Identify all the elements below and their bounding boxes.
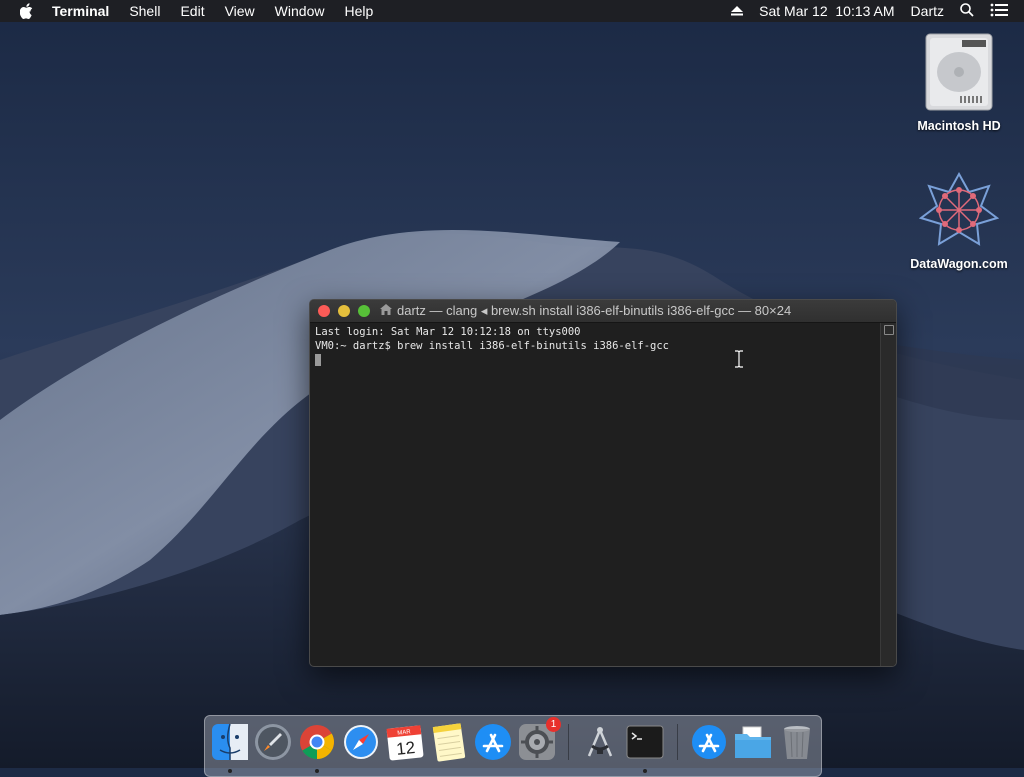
running-indicator	[643, 769, 647, 773]
dock-finder[interactable]	[210, 722, 250, 773]
notification-center-icon[interactable]	[990, 3, 1008, 20]
dock-trash[interactable]	[777, 722, 817, 762]
close-window-button[interactable]	[318, 305, 330, 317]
dock-system-preferences[interactable]: 1	[517, 717, 561, 762]
terminal-cursor	[315, 354, 321, 366]
terminal-window[interactable]: dartz — clang ◂ brew.sh install i386-elf…	[309, 299, 897, 667]
app-store-icon	[475, 724, 511, 760]
running-indicator	[228, 769, 232, 773]
app-store-icon	[692, 725, 726, 759]
terminal-output[interactable]: Last login: Sat Mar 12 10:12:18 on ttys0…	[310, 323, 880, 666]
menubar-user[interactable]: Dartz	[911, 3, 944, 19]
notification-badge: 1	[546, 717, 561, 732]
running-indicator	[315, 769, 319, 773]
dock-separator	[568, 724, 569, 760]
dock-terminal[interactable]	[625, 722, 665, 773]
calendar-icon: MAR 12	[386, 725, 424, 761]
window-controls	[318, 305, 378, 317]
dock-launchpad[interactable]	[253, 722, 293, 762]
eject-icon[interactable]	[731, 3, 744, 19]
menubar-clock[interactable]: Sat Mar 12 10:13 AM	[759, 3, 894, 19]
finder-icon	[212, 723, 248, 760]
desktop-icon-macintosh-hd[interactable]: Macintosh HD	[904, 32, 1014, 133]
terminal-icon	[626, 725, 664, 759]
spotlight-search-icon[interactable]	[960, 2, 974, 20]
dock-chrome[interactable]	[297, 722, 337, 773]
ibeam-cursor-icon	[734, 350, 744, 373]
launchpad-rocket-icon	[255, 724, 291, 760]
datawagon-logo-icon	[904, 170, 1014, 253]
dock-downloads-stack[interactable]	[689, 722, 729, 762]
desktop-icon-label: DataWagon.com	[910, 257, 1008, 271]
terminal-scrollbar[interactable]	[880, 323, 896, 666]
desktop-icon-label: Macintosh HD	[917, 119, 1001, 133]
menu-window[interactable]: Window	[275, 0, 325, 22]
dock-instruments[interactable]	[580, 722, 620, 762]
dock-notes[interactable]	[429, 722, 469, 762]
home-folder-icon	[380, 300, 392, 322]
dock-app-store[interactable]	[473, 722, 513, 762]
apple-menu-icon[interactable]	[20, 2, 38, 20]
menu-view[interactable]: View	[225, 0, 255, 22]
menu-edit[interactable]: Edit	[180, 0, 204, 22]
notes-icon	[432, 723, 466, 762]
instruments-caliper-icon	[587, 727, 613, 757]
menu-help[interactable]: Help	[344, 0, 373, 22]
chrome-icon	[300, 725, 334, 759]
dock-separator	[677, 724, 678, 760]
terminal-line: Last login: Sat Mar 12 10:12:18 on ttys0…	[315, 326, 581, 338]
hard-drive-icon	[904, 32, 1014, 115]
menu-bar: Terminal Shell Edit View Window Help Sat…	[0, 0, 1024, 22]
safari-compass-icon	[344, 725, 378, 759]
calendar-day: 12	[395, 738, 416, 759]
menu-shell[interactable]: Shell	[129, 0, 160, 22]
dock-calendar[interactable]: MAR 12	[385, 722, 425, 762]
zoom-window-button[interactable]	[358, 305, 370, 317]
terminal-line: VM0:~ dartz$ brew install i386-elf-binut…	[315, 340, 670, 352]
dock-documents-folder[interactable]	[733, 722, 773, 762]
dock-safari[interactable]	[341, 722, 381, 762]
desktop-icon-datawagon[interactable]: DataWagon.com	[904, 170, 1014, 271]
window-titlebar[interactable]: dartz — clang ◂ brew.sh install i386-elf…	[310, 300, 896, 323]
scroll-split-button[interactable]	[884, 325, 894, 335]
minimize-window-button[interactable]	[338, 305, 350, 317]
folder-icon	[735, 726, 771, 758]
menu-app-name[interactable]: Terminal	[52, 0, 109, 22]
window-title: dartz — clang ◂ brew.sh install i386-elf…	[397, 303, 792, 318]
trash-icon	[784, 726, 810, 759]
